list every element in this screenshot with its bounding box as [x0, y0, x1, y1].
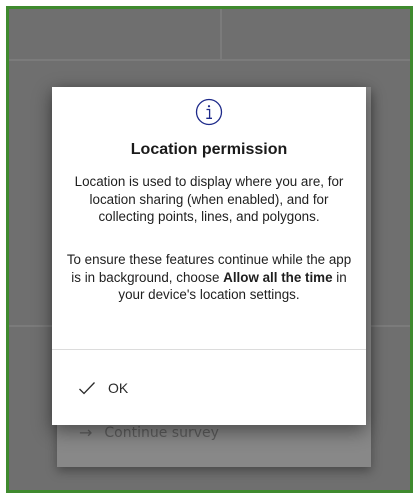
info-icon — [195, 98, 223, 126]
background-divider — [9, 59, 410, 61]
background-divider — [220, 9, 222, 59]
continue-survey-button: → Continue survey — [79, 423, 219, 442]
arrow-right-icon: → — [79, 423, 93, 442]
ok-button[interactable]: OK — [52, 350, 366, 425]
location-permission-dialog: Location permission Location is used to … — [52, 87, 366, 425]
allow-all-the-time-text: Allow all the time — [223, 269, 333, 285]
dialog-message-settings: To ensure these features continue while … — [66, 251, 352, 304]
continue-survey-label: Continue survey — [104, 424, 219, 441]
check-icon — [79, 381, 95, 394]
dialog-message: Location is used to display where you ar… — [74, 174, 344, 224]
ok-label: OK — [108, 379, 129, 396]
dialog-title: Location permission — [130, 141, 288, 158]
